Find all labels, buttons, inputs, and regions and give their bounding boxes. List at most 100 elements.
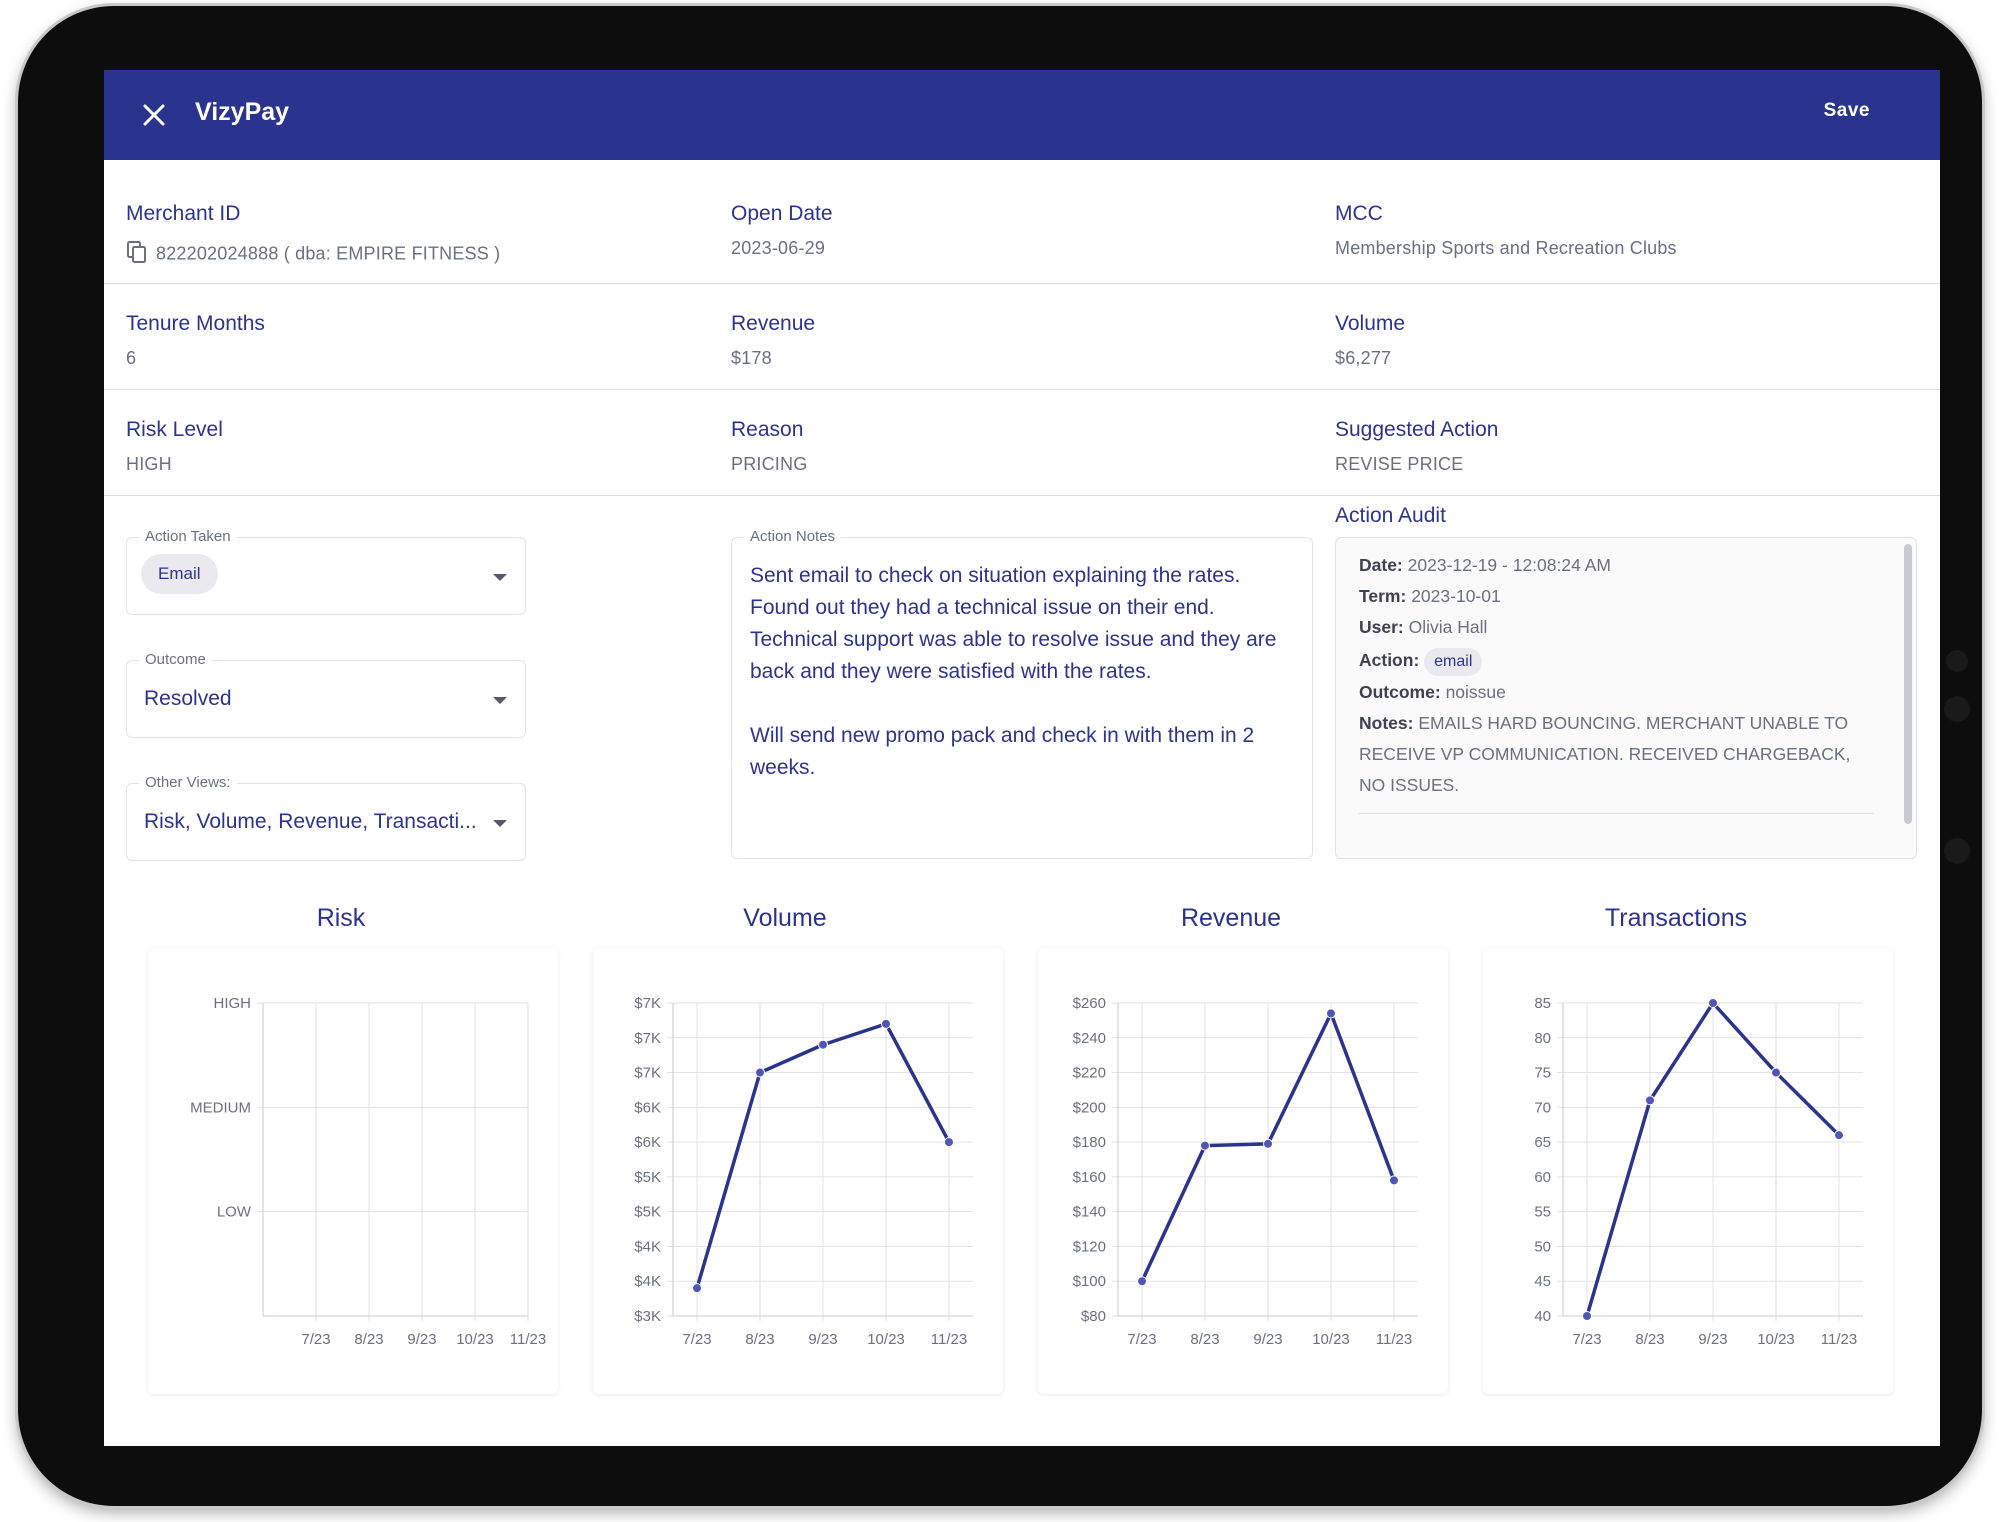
- action-taken-select[interactable]: Action Taken Email: [126, 528, 526, 615]
- y-tick-label: $100: [1073, 1273, 1106, 1290]
- reason-cell: Reason PRICING: [731, 418, 807, 475]
- audit-outcome: Outcome: noissue: [1359, 677, 1879, 708]
- suggested-action-label: Suggested Action: [1335, 418, 1499, 441]
- tenure-label: Tenure Months: [126, 312, 265, 335]
- y-tick-label: $220: [1073, 1065, 1106, 1082]
- risk-chart-svg: LOW MEDIUM HIGH 7/23 8/23 9/23 10/23 11/23: [190, 995, 546, 1348]
- y-tick-label: $160: [1073, 1169, 1106, 1186]
- y-tick-label: 60: [1534, 1169, 1551, 1186]
- audit-notes: Notes: EMAILS HARD BOUNCING. MERCHANT UN…: [1359, 708, 1879, 801]
- volume-label: Volume: [1335, 312, 1406, 335]
- revenue-chart: $80 $100 $120 $140 $160 $180 $200 $220 $240 $260 7…: [1038, 948, 1448, 1394]
- x-tick-label: 9/23: [1253, 1331, 1282, 1348]
- mcc-label: MCC: [1335, 202, 1383, 225]
- audit-user-value: Olivia Hall: [1408, 617, 1488, 637]
- data-point: [1326, 1008, 1336, 1019]
- x-tick-label: 9/23: [808, 1331, 837, 1348]
- revenue-value: $178: [731, 348, 772, 368]
- tablet-sensor: [1944, 696, 1970, 722]
- copy-icon[interactable]: [126, 240, 148, 269]
- x-tick-label: 8/23: [745, 1331, 774, 1348]
- action-audit-panel[interactable]: Date: 2023-12-19 - 12:08:24 AM Term: 202…: [1335, 537, 1917, 859]
- chevron-down-icon[interactable]: [493, 574, 507, 581]
- x-tick-label: 7/23: [1572, 1331, 1601, 1348]
- risk-level-value: HIGH: [126, 454, 172, 474]
- y-tick-label: 65: [1534, 1134, 1551, 1151]
- tablet-sensor: [1944, 838, 1970, 864]
- action-notes-text[interactable]: Sent email to check on situation explain…: [750, 560, 1302, 784]
- risk-chart: LOW MEDIUM HIGH 7/23 8/23 9/23 10/23 11/23: [148, 948, 558, 1394]
- transactions-chart: 40 45 50 55 60 65 70 75 80 85 7/23 8/23 9/23 10/23 11/…: [1483, 948, 1893, 1394]
- close-icon: [143, 104, 165, 126]
- y-tick-label: $7K: [634, 995, 661, 1012]
- other-views-value: Risk, Volume, Revenue, Transacti...: [144, 810, 477, 833]
- audit-notes-label: Notes:: [1359, 713, 1414, 733]
- x-tick-label: 11/23: [1821, 1331, 1857, 1348]
- merchant-id-value-row: 822202024888 ( dba: EMPIRE FITNESS ): [126, 240, 500, 269]
- app-screen: VizyPay Save Merchant ID 822202024888 ( …: [104, 70, 1940, 1446]
- audit-scrollbar[interactable]: [1904, 544, 1912, 824]
- y-tick-label: 45: [1534, 1273, 1551, 1290]
- x-tick-label: 8/23: [1635, 1331, 1664, 1348]
- tenure-cell: Tenure Months 6: [126, 312, 265, 369]
- other-views-label: Other Views:: [139, 774, 237, 791]
- x-tick-label: 11/23: [931, 1331, 967, 1348]
- x-tick-label: 9/23: [407, 1331, 436, 1348]
- tenure-value: 6: [126, 348, 137, 368]
- y-tick-label: $120: [1073, 1238, 1106, 1255]
- data-point: [1200, 1140, 1210, 1151]
- tablet-sensor: [1946, 650, 1968, 672]
- save-button[interactable]: Save: [1824, 100, 1870, 122]
- other-views-select[interactable]: Other Views: Risk, Volume, Revenue, Tran…: [126, 774, 526, 861]
- y-tick-label: $200: [1073, 1099, 1106, 1116]
- y-tick-label: MEDIUM: [190, 1099, 251, 1116]
- x-tick-label: 8/23: [354, 1331, 383, 1348]
- y-tick-label: $180: [1073, 1134, 1106, 1151]
- audit-action: Action: email: [1359, 643, 1879, 677]
- x-tick-label: 11/23: [1376, 1331, 1412, 1348]
- data-point: [1263, 1138, 1273, 1149]
- info-row-1: Merchant ID 822202024888 ( dba: EMPIRE F…: [104, 160, 1940, 284]
- action-taken-chip[interactable]: Email: [141, 554, 218, 594]
- data-point: [881, 1018, 891, 1029]
- mcc-value: Membership Sports and Recreation Clubs: [1335, 238, 1677, 258]
- y-tick-label: 85: [1534, 995, 1551, 1012]
- data-point: [944, 1137, 954, 1148]
- audit-entry: Date: 2023-12-19 - 12:08:24 AM Term: 202…: [1359, 550, 1879, 814]
- app-title: VizyPay: [195, 98, 290, 126]
- chevron-down-icon[interactable]: [493, 697, 507, 704]
- y-tick-label: 75: [1534, 1065, 1551, 1082]
- x-tick-label: 7/23: [301, 1331, 330, 1348]
- data-point: [692, 1283, 702, 1294]
- audit-outcome-label: Outcome:: [1359, 682, 1441, 702]
- outcome-label: Outcome: [139, 651, 212, 668]
- data-point: [1771, 1067, 1781, 1078]
- x-tick-label: 9/23: [1698, 1331, 1727, 1348]
- volume-cell: Volume $6,277: [1335, 312, 1405, 369]
- audit-user: User: Olivia Hall: [1359, 612, 1879, 643]
- data-point: [1137, 1276, 1147, 1287]
- audit-notes-value: EMAILS HARD BOUNCING. MERCHANT UNABLE TO…: [1359, 713, 1851, 795]
- merchant-id-label: Merchant ID: [126, 202, 241, 225]
- tablet-frame: VizyPay Save Merchant ID 822202024888 ( …: [18, 6, 1982, 1506]
- reason-value: PRICING: [731, 454, 808, 474]
- action-notes-label: Action Notes: [744, 528, 842, 545]
- volume-chart-svg: $3K $4K $4K $5K $5K $6K $6K $7K $7K $7K 7/23 8/23 9/…: [634, 995, 973, 1348]
- audit-divider: [1359, 813, 1874, 814]
- merchant-id-value: 822202024888 ( dba: EMPIRE FITNESS ): [156, 243, 501, 264]
- chevron-down-icon[interactable]: [493, 820, 507, 827]
- action-notes-field[interactable]: Action Notes Sent email to check on situ…: [731, 528, 1313, 859]
- mcc-cell: MCC Membership Sports and Recreation Clu…: [1335, 202, 1677, 259]
- y-tick-label: 50: [1534, 1238, 1551, 1255]
- audit-date: Date: 2023-12-19 - 12:08:24 AM: [1359, 550, 1879, 581]
- x-tick-label: 10/23: [1312, 1331, 1350, 1348]
- close-button[interactable]: [134, 95, 174, 135]
- y-tick-label: $5K: [634, 1169, 661, 1186]
- data-point: [1582, 1311, 1592, 1321]
- volume-chart-title: Volume: [743, 904, 827, 932]
- reason-label: Reason: [731, 418, 804, 441]
- y-tick-label: HIGH: [214, 995, 252, 1012]
- y-tick-label: 70: [1534, 1099, 1551, 1116]
- audit-outcome-value: noissue: [1445, 682, 1506, 702]
- outcome-select[interactable]: Outcome Resolved: [126, 651, 526, 738]
